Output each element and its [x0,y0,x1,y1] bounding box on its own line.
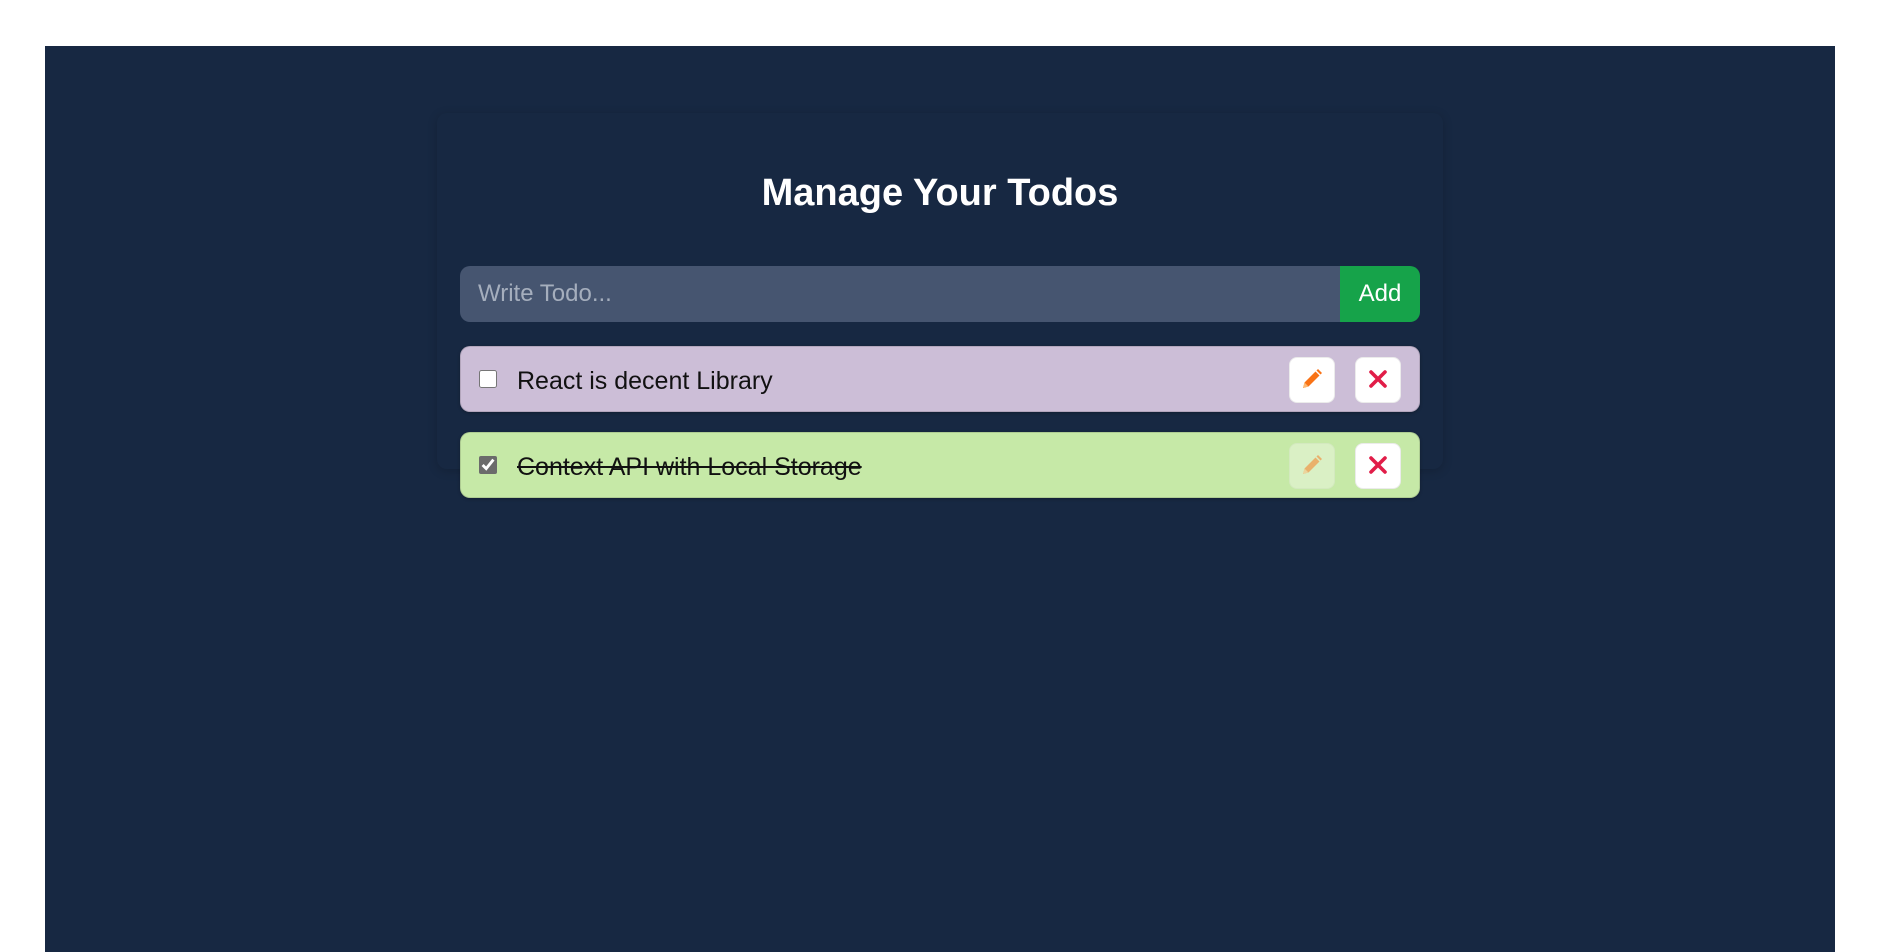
app-background: Manage Your Todos Add React is decent Li… [45,46,1835,952]
pencil-icon [1300,453,1324,480]
pencil-icon [1300,367,1324,394]
delete-button[interactable] [1355,443,1401,489]
edit-button[interactable] [1289,443,1335,489]
todo-checkbox[interactable] [479,370,497,388]
todo-item: React is decent Library [460,346,1420,412]
todo-list: React is decent Library Context API with… [460,346,1420,518]
todo-item: Context API with Local Storage [460,432,1420,498]
add-todo-form: Add [460,266,1420,322]
delete-button[interactable] [1355,357,1401,403]
edit-button[interactable] [1289,357,1335,403]
todo-text: Context API with Local Storage [517,453,862,481]
close-icon [1366,367,1390,394]
add-button[interactable]: Add [1340,266,1420,322]
todo-input[interactable] [460,266,1340,322]
todo-card: Manage Your Todos Add React is decent Li… [437,113,1443,498]
todo-text: React is decent Library [517,367,773,395]
page-title: Manage Your Todos [761,172,1119,214]
todo-checkbox[interactable] [479,456,497,474]
close-icon [1366,453,1390,480]
